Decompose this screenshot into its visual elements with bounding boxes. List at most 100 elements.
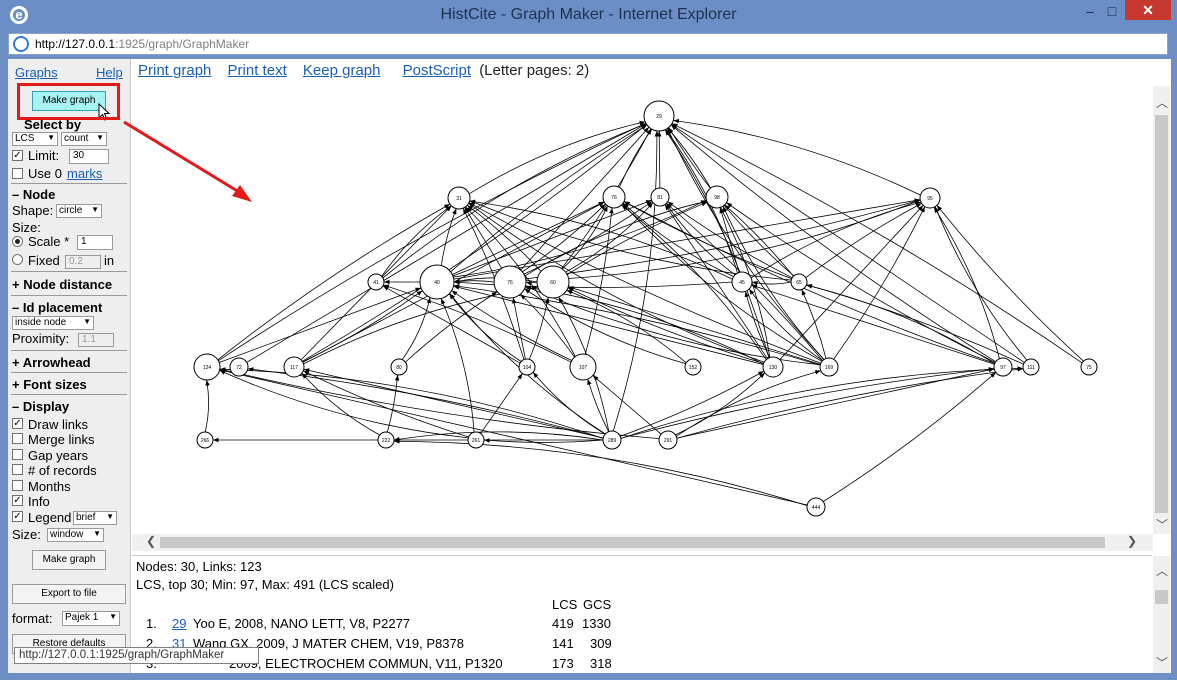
id-placement-dropdown[interactable]: inside node ▼ — [12, 316, 94, 330]
export-button[interactable]: Export to file — [12, 584, 126, 604]
legend-label: Legend — [28, 510, 72, 525]
graph-link — [405, 291, 498, 363]
node-distance-section[interactable]: + Node distance — [12, 277, 112, 292]
format-value: Pajek 1 — [65, 612, 99, 623]
print-graph-link[interactable]: Print graph — [138, 62, 211, 79]
graph-link — [393, 439, 808, 506]
graph-node-label: 40 — [434, 280, 440, 286]
window-title: HistCite - Graph Maker - Internet Explor… — [440, 6, 737, 23]
graph-node-label: 117 — [290, 365, 298, 371]
node-section-title[interactable]: – Node — [12, 187, 55, 202]
maximize-button[interactable]: □ — [1104, 3, 1120, 21]
merge-links-checkbox[interactable] — [12, 433, 23, 444]
scrollbar-thumb[interactable] — [1155, 590, 1168, 604]
gap-years-checkbox[interactable] — [12, 449, 23, 460]
graph-link — [452, 199, 652, 277]
divider — [11, 183, 127, 184]
use0-checkbox[interactable] — [12, 168, 23, 179]
num-records-checkbox[interactable] — [12, 464, 23, 475]
legend-checkbox[interactable]: ✓ — [12, 511, 23, 522]
scale-radio[interactable] — [12, 236, 23, 247]
fixed-input[interactable]: 0.2 — [65, 255, 101, 269]
select-count-dropdown[interactable]: count ▼ — [61, 132, 107, 146]
graph-link — [620, 366, 1024, 439]
record-lcs: 173 — [552, 656, 574, 671]
graph-link — [675, 372, 766, 436]
limit-checkbox[interactable]: ✓ — [12, 150, 23, 161]
scale-input[interactable]: 1 — [77, 235, 113, 250]
graph-vertical-scrollbar[interactable]: ︿ ﹀ — [1153, 86, 1170, 534]
divider — [11, 295, 127, 296]
graph-node-label: 81 — [657, 195, 663, 201]
help-link[interactable]: Help — [96, 65, 123, 80]
graph-link — [671, 123, 1083, 364]
record-gcs: 309 — [590, 636, 612, 651]
graph-link — [512, 297, 526, 360]
graph-toolbar: Print graph Print text Keep graph PostSc… — [138, 62, 589, 79]
minimize-button[interactable]: – — [1082, 3, 1098, 21]
graph-link — [302, 124, 647, 362]
graph-node-label: 222 — [382, 438, 391, 444]
url-host: http://127.0.0.1 — [35, 37, 116, 51]
record-id-link[interactable]: 29 — [172, 616, 186, 631]
print-text-link[interactable]: Print text — [228, 62, 287, 79]
record-link[interactable]: 29 — [172, 616, 186, 631]
scroll-up-icon[interactable]: ︿ — [1156, 94, 1168, 111]
graph-link — [302, 290, 423, 363]
graph-node-label: 124 — [203, 365, 212, 371]
record-text: Yoo E, 2008, NANO LETT, V8, P2277 — [193, 616, 411, 631]
id-placement-section-title[interactable]: – Id placement — [12, 300, 102, 315]
scroll-up-icon[interactable]: ︿ — [1156, 562, 1168, 579]
format-dropdown[interactable]: Pajek 1 ▼ — [62, 611, 120, 626]
info-vertical-scrollbar[interactable]: ︿ ﹀ — [1153, 556, 1170, 673]
graph-node-label: 75 — [1086, 365, 1092, 371]
scrollbar-thumb[interactable] — [1155, 115, 1168, 513]
record-lcs: 141 — [552, 636, 574, 651]
close-button[interactable]: ✕ — [1125, 0, 1171, 20]
scroll-down-icon[interactable]: ﹀ — [1156, 654, 1168, 671]
graph-link — [219, 367, 604, 439]
draw-links-checkbox[interactable]: ✓ — [12, 418, 23, 429]
chevron-down-icon: ▼ — [93, 529, 101, 538]
graph-link — [568, 286, 821, 365]
postscript-link[interactable]: PostScript — [403, 62, 471, 79]
graph-link — [936, 205, 1084, 362]
arrowhead-section[interactable]: + Arrowhead — [12, 355, 91, 370]
limit-label: Limit: — [28, 148, 60, 163]
font-sizes-section[interactable]: + Font sizes — [12, 377, 87, 392]
url-tooltip: http://127.0.0.1:1925/graph/GraphMaker — [14, 647, 259, 664]
graph-link — [565, 202, 654, 273]
make-graph-button-bottom[interactable]: Make graph — [32, 550, 106, 570]
num-records-label: # of records — [28, 463, 97, 478]
info-checkbox[interactable]: ✓ — [12, 495, 23, 506]
marks-link[interactable]: marks — [67, 166, 102, 181]
shape-dropdown[interactable]: circle ▼ — [56, 204, 102, 218]
chevron-down-icon: ▼ — [47, 133, 55, 142]
record-num: 1. — [146, 616, 157, 631]
limit-input[interactable]: 30 — [69, 149, 109, 164]
size-dropdown[interactable]: window ▼ — [47, 528, 104, 542]
scrollbar-thumb[interactable] — [160, 537, 1105, 548]
select-lcs-dropdown[interactable]: LCS ▼ — [12, 132, 58, 146]
graphs-link[interactable]: Graphs — [15, 65, 58, 80]
url-path: :1925/graph/GraphMaker — [115, 37, 250, 51]
graph-link — [675, 370, 821, 437]
shape-value: circle — [59, 205, 83, 216]
keep-graph-link[interactable]: Keep graph — [303, 62, 381, 79]
record-text: 2009, ELECTROCHEM COMMUN, V11, P1320 — [229, 656, 503, 671]
fixed-radio[interactable] — [12, 254, 23, 265]
proximity-input[interactable]: 1.1 — [78, 333, 114, 347]
graph-link — [806, 284, 1024, 365]
address-bar[interactable]: http://127.0.0.1:1925/graph/GraphMaker — [8, 33, 1168, 55]
graph-horizontal-scrollbar[interactable]: ❮ ❯ — [132, 534, 1153, 551]
scroll-right-icon[interactable]: ❯ — [1127, 534, 1137, 548]
size-label: Size: — [12, 220, 41, 235]
scroll-left-icon[interactable]: ❮ — [146, 534, 156, 548]
scroll-down-icon[interactable]: ﹀ — [1156, 516, 1168, 533]
months-checkbox[interactable] — [12, 480, 23, 491]
chevron-down-icon: ▼ — [83, 317, 91, 326]
display-section-title[interactable]: – Display — [12, 399, 69, 414]
graph-node-label: 76 — [507, 280, 513, 286]
graph-link — [618, 128, 653, 188]
legend-dropdown[interactable]: brief ▼ — [73, 511, 117, 525]
